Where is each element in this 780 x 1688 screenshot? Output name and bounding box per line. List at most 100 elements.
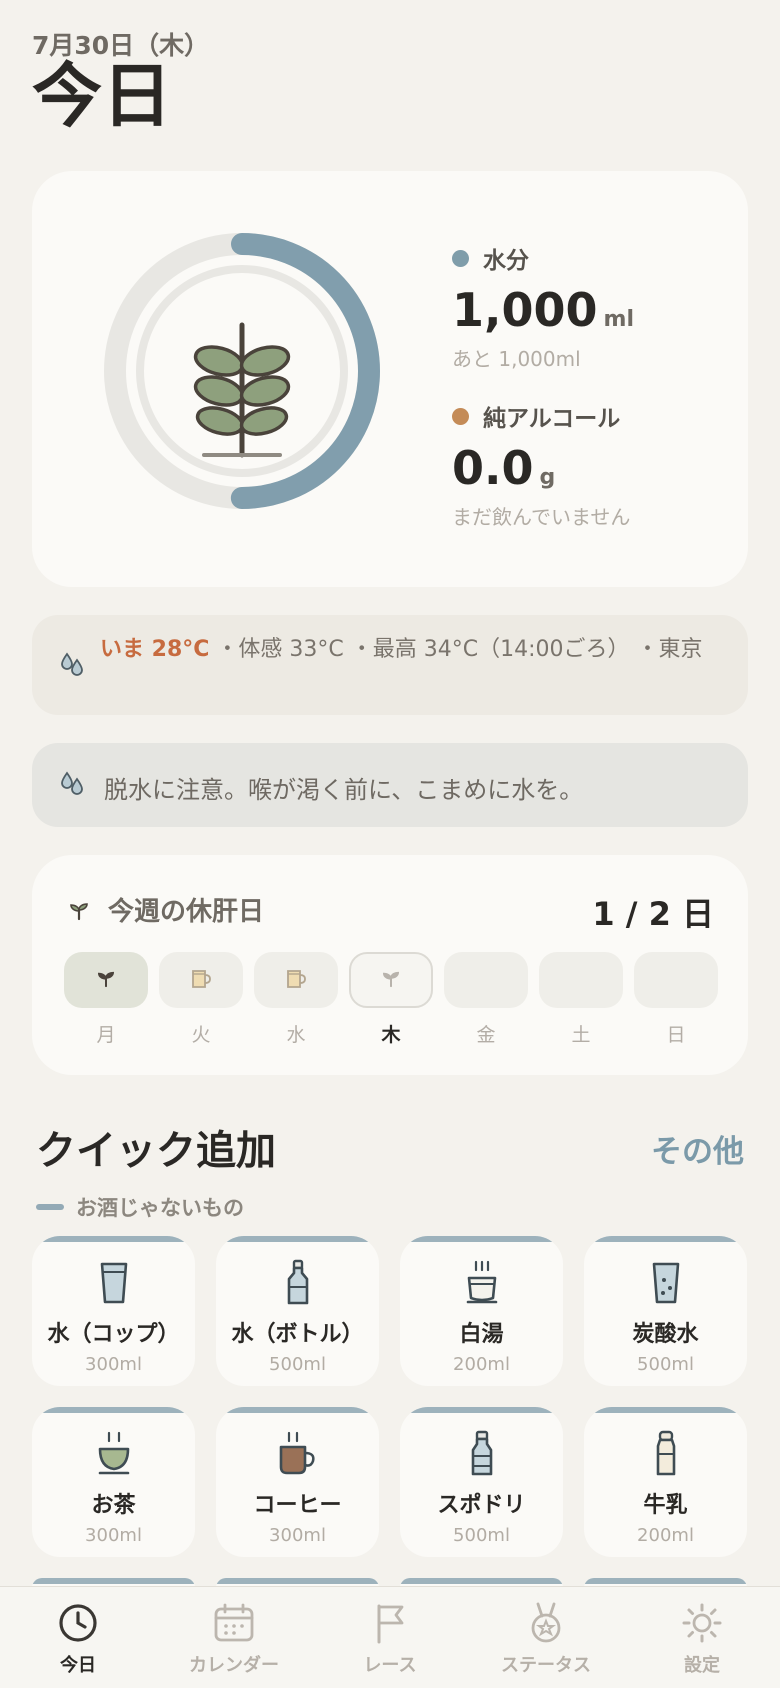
day-label: 火 [191, 1024, 211, 1046]
coffee-cup-icon [216, 1429, 379, 1479]
tea-cup-icon [32, 1429, 195, 1479]
tile-name: お茶 [91, 1493, 136, 1518]
quick-add-tile[interactable]: 水（ボトル） 500ml [216, 1236, 379, 1386]
water-drops-icon [61, 771, 83, 795]
water-drops-icon [61, 652, 83, 676]
sprout-icon [70, 902, 88, 920]
quick-add-more-link[interactable]: その他 [651, 1126, 744, 1171]
alcohol-stat: 純アルコール 0.0 g まだ飲んでいません [452, 399, 630, 530]
quick-add-title: クイック追加 [36, 1128, 276, 1174]
alcohol-status: まだ飲んでいません [452, 505, 631, 529]
weekly-rest-days-card[interactable]: 今週の休肝日 1 / 2 日 月 火 水 木 金 土 日 [32, 855, 748, 1075]
day-label: 日 [666, 1024, 686, 1046]
bottle-icon [216, 1258, 379, 1308]
sparkling-glass-icon [584, 1258, 747, 1308]
alcohol-label: 純アルコール [483, 406, 621, 432]
section-bar [36, 1204, 64, 1210]
tile-name: 牛乳 [643, 1493, 688, 1518]
flag-icon [312, 1601, 468, 1645]
beer-mug-icon [285, 966, 307, 994]
tab-flag[interactable]: レース [312, 1587, 468, 1688]
glass-icon [32, 1258, 195, 1308]
tab-label: レース [363, 1655, 417, 1676]
day-status-box [64, 952, 148, 1008]
quick-add-tile[interactable]: 牛乳 200ml [584, 1407, 747, 1557]
quick-add-tile[interactable]: コーヒー 300ml [216, 1407, 379, 1557]
tile-volume: 500ml [269, 1354, 326, 1375]
tab-medal[interactable]: ステータス [468, 1587, 624, 1688]
beer-mug-icon [190, 966, 212, 994]
quick-add-tile[interactable]: お茶 300ml [32, 1407, 195, 1557]
day-label: 土 [571, 1024, 591, 1046]
quick-add-tile[interactable]: 白湯 200ml [400, 1236, 563, 1386]
day-label: 水 [286, 1024, 306, 1046]
water-unit: ml [603, 307, 634, 332]
day-6[interactable]: 日 [634, 952, 718, 1047]
page-title: 今日 [32, 55, 172, 137]
quick-add-tile[interactable]: スポドリ 500ml [400, 1407, 563, 1557]
day-5[interactable]: 土 [539, 952, 623, 1047]
water-dot [452, 249, 469, 267]
medal-icon [468, 1601, 624, 1645]
sports-drink-bottle-icon [400, 1429, 563, 1479]
tile-name: スポドリ [437, 1493, 526, 1518]
sprout-icon [381, 968, 401, 992]
day-1[interactable]: 火 [159, 952, 243, 1047]
tab-calendar[interactable]: カレンダー [156, 1587, 312, 1688]
hydration-summary-card: 水分 1,000 ml あと 1,000ml 純アルコール 0.0 g まだ飲んでい… [32, 171, 748, 587]
tile-volume: 500ml [453, 1525, 510, 1546]
tile-volume: 300ml [85, 1525, 142, 1546]
tab-label: 今日 [60, 1655, 96, 1676]
day-2[interactable]: 水 [254, 952, 338, 1047]
day-status-box [444, 952, 528, 1008]
day-label: 月 [96, 1024, 116, 1046]
quick-add-tile[interactable]: 水（コップ） 300ml [32, 1236, 195, 1386]
quick-add-tile[interactable]: 炭酸水 500ml [584, 1236, 747, 1386]
tile-volume: 300ml [269, 1525, 326, 1546]
tab-bar: 今日 カレンダー レース ステータス 設定 [0, 1586, 780, 1688]
tile-name: 水（コップ） [47, 1322, 180, 1347]
alcohol-dot [452, 407, 469, 425]
tab-label: ステータス [501, 1655, 591, 1676]
day-0[interactable]: 月 [64, 952, 148, 1047]
day-status-box [254, 952, 338, 1008]
tile-volume: 200ml [637, 1525, 694, 1546]
weather-detail: ・体感 33°C ・最高 34°C（14:00ごろ） ・東京 [209, 637, 703, 662]
calendar-icon [156, 1601, 312, 1645]
tab-label: 設定 [684, 1655, 720, 1676]
tile-name: 炭酸水 [632, 1322, 699, 1347]
tile-volume: 300ml [85, 1354, 142, 1375]
tab-label: カレンダー [189, 1655, 279, 1676]
sprout-icon [96, 968, 116, 992]
hot-water-cup-icon [400, 1258, 563, 1308]
alert-text: 脱水に注意。喉が渇く前に、こまめに水を。 [104, 776, 584, 804]
tile-name: コーヒー [253, 1493, 342, 1518]
water-value: 1,000 [452, 283, 598, 337]
tab-clock[interactable]: 今日 [0, 1587, 156, 1688]
hydration-ring [104, 233, 380, 509]
weather-banner[interactable]: いま 28°C ・体感 33°C ・最高 34°C（14:00ごろ） ・東京 [32, 615, 748, 715]
current-temperature: いま 28°C [100, 637, 210, 662]
day-label: 木 [381, 1024, 401, 1046]
gear-icon [624, 1601, 780, 1645]
plant-icon [193, 322, 291, 458]
day-4[interactable]: 金 [444, 952, 528, 1047]
non-alcohol-section-label: お酒じゃないもの [36, 1192, 244, 1222]
rest-day-count: 1 / 2 日 [592, 895, 714, 933]
week-title: 今週の休肝日 [108, 897, 265, 927]
day-status-box [539, 952, 623, 1008]
water-stat: 水分 1,000 ml あと 1,000ml [452, 241, 634, 372]
day-status-box [159, 952, 243, 1008]
day-status-box [349, 952, 433, 1008]
tile-volume: 200ml [453, 1354, 510, 1375]
water-remaining: あと 1,000ml [452, 347, 581, 371]
day-status-box [634, 952, 718, 1008]
alcohol-value: 0.0 [452, 441, 534, 495]
day-3[interactable]: 木 [349, 952, 433, 1047]
day-label: 金 [476, 1024, 496, 1046]
clock-icon [0, 1601, 156, 1645]
dehydration-alert: 脱水に注意。喉が渇く前に、こまめに水を。 [32, 743, 748, 827]
water-label: 水分 [483, 248, 529, 274]
tab-gear[interactable]: 設定 [624, 1587, 780, 1688]
tile-volume: 500ml [637, 1354, 694, 1375]
